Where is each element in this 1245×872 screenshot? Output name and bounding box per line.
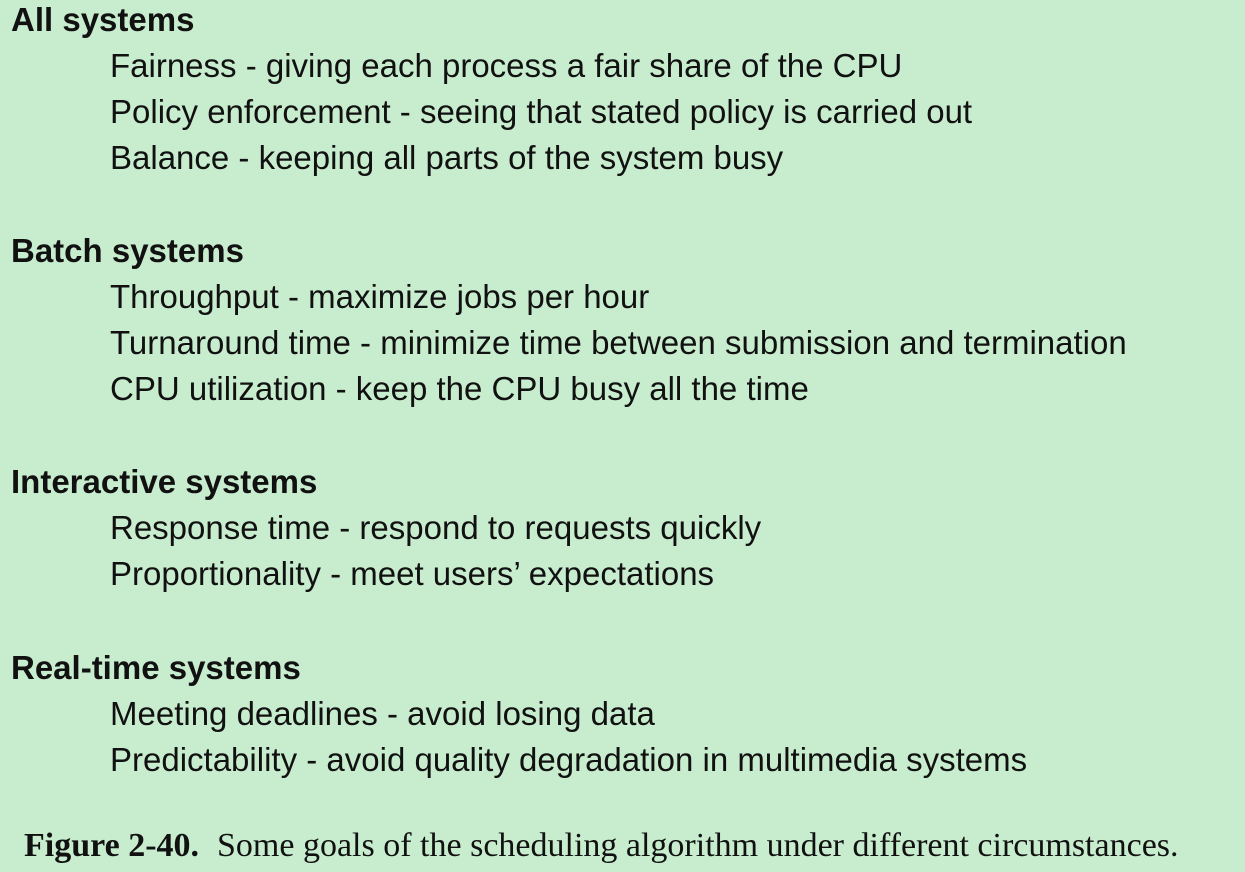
figure-caption-label: Figure 2-40.	[24, 827, 200, 864]
goal-item-response-time: Response time - respond to requests quic…	[110, 509, 762, 546]
figure-caption-text: Some goals of the scheduling algorithm u…	[217, 827, 1179, 864]
section-batch-systems: Batch systems Throughput - maximize jobs…	[11, 228, 1241, 412]
goal-item-turnaround-time: Turnaround time - minimize time between …	[110, 324, 1127, 361]
figure-caption: Figure 2-40. Some goals of the scheduling…	[24, 822, 1179, 870]
figure-box: All systems Fairness - giving each proce…	[0, 0, 1245, 872]
goal-item-balance: Balance - keeping all parts of the syste…	[110, 139, 784, 176]
section-heading: Interactive systems	[11, 463, 318, 500]
goal-item-predictability: Predictability - avoid quality degradati…	[110, 741, 1028, 778]
section-heading: All systems	[11, 1, 195, 38]
goal-item-fairness: Fairness - giving each process a fair sh…	[110, 47, 903, 84]
section-heading: Real-time systems	[11, 649, 301, 686]
goal-item-policy-enforcement: Policy enforcement - seeing that stated …	[110, 93, 973, 130]
goal-item-throughput: Throughput - maximize jobs per hour	[110, 278, 650, 315]
section-heading: Batch systems	[11, 232, 244, 269]
section-interactive-systems: Interactive systems Response time - resp…	[11, 459, 1241, 597]
section-all-systems: All systems Fairness - giving each proce…	[11, 0, 1241, 181]
goal-item-cpu-utilization: CPU utilization - keep the CPU busy all …	[110, 370, 809, 407]
section-real-time-systems: Real-time systems Meeting deadlines - av…	[11, 645, 1241, 783]
goal-item-proportionality: Proportionality - meet users’ expectatio…	[110, 555, 715, 592]
goal-item-meeting-deadlines: Meeting deadlines - avoid losing data	[110, 695, 655, 732]
